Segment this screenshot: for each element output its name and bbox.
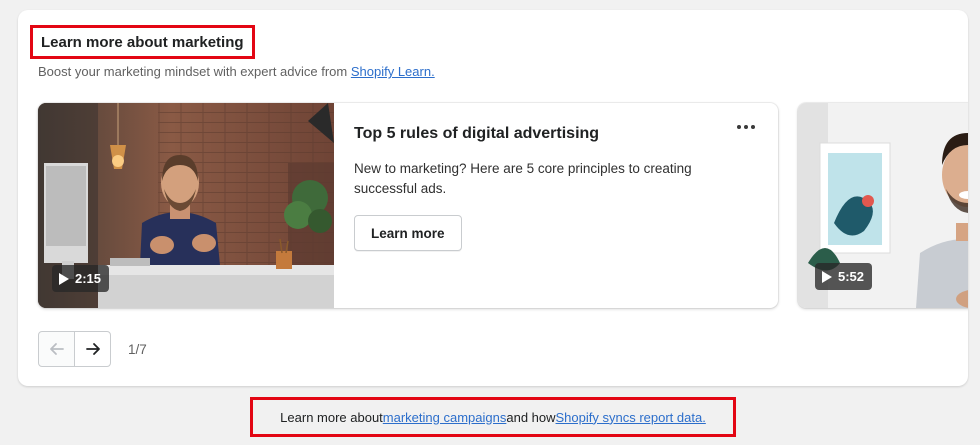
video-card: 2:15 Top 5 rules of digital advertising … xyxy=(38,103,778,308)
carousel-pager: 1/7 xyxy=(38,331,147,367)
video-duration-badge: 2:15 xyxy=(52,265,110,292)
video-description: New to marketing? Here are 5 core princi… xyxy=(354,161,692,196)
video-content: Top 5 rules of digital advertising New t… xyxy=(354,125,754,251)
shopify-learn-link[interactable]: Shopify Learn. xyxy=(351,64,435,79)
next-video-card[interactable]: 5:52 xyxy=(798,103,968,308)
play-icon xyxy=(59,272,69,285)
marketing-card: Learn more about marketing Boost your ma… xyxy=(18,10,968,386)
video-duration-badge-2: 5:52 xyxy=(815,263,873,290)
footer-prefix: Learn more about xyxy=(280,409,383,425)
page-indicator: 1/7 xyxy=(128,341,147,357)
video-duration: 2:15 xyxy=(75,271,102,286)
arrow-right-icon xyxy=(85,343,100,355)
next-button[interactable] xyxy=(74,331,111,367)
footer-help-text: Learn more about marketing campaigns and… xyxy=(250,397,736,437)
video-duration-2: 5:52 xyxy=(838,269,865,284)
shopify-syncs-report-link[interactable]: Shopify syncs report data. xyxy=(556,410,706,425)
card-title: Learn more about marketing xyxy=(41,33,244,51)
subtitle-text: Boost your marketing mindset with expert… xyxy=(38,64,351,79)
menu-dot xyxy=(744,125,748,129)
footer-middle: and how xyxy=(506,409,556,425)
video-thumbnail[interactable]: 2:15 xyxy=(38,103,334,308)
video-title: Top 5 rules of digital advertising xyxy=(354,125,600,142)
menu-dot xyxy=(737,125,741,129)
previous-button[interactable] xyxy=(38,331,75,367)
play-icon xyxy=(822,270,832,283)
arrow-left-icon xyxy=(49,343,64,355)
marketing-campaigns-link[interactable]: marketing campaigns xyxy=(383,410,507,425)
video-carousel: 2:15 Top 5 rules of digital advertising … xyxy=(38,103,968,309)
learn-more-button[interactable]: Learn more xyxy=(354,215,462,251)
card-subtitle: Boost your marketing mindset with expert… xyxy=(38,64,435,79)
more-horizontal-icon[interactable] xyxy=(734,119,758,135)
title-highlight: Learn more about marketing xyxy=(30,25,255,59)
menu-dot xyxy=(751,125,755,129)
